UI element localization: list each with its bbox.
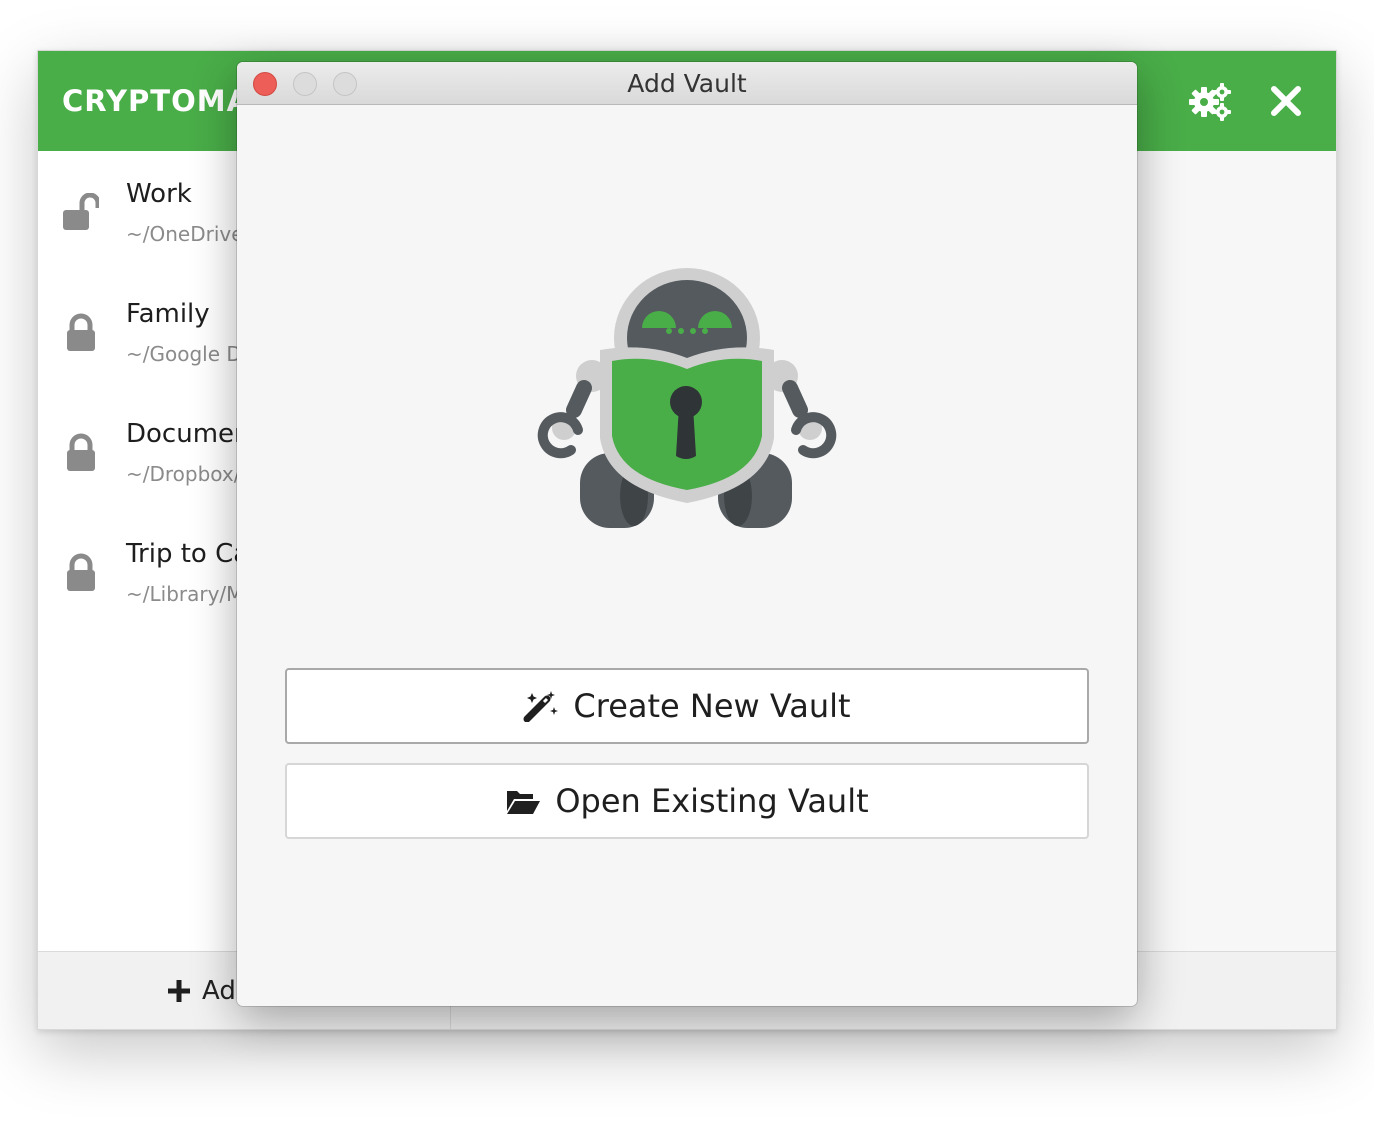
padlock-icon [67,553,95,591]
unlocked-padlock-icon [63,193,99,230]
create-new-vault-button[interactable]: Create New Vault [285,668,1089,744]
close-x-icon [1271,86,1301,116]
vault-name: Trip to Ca [126,539,250,569]
cryptomator-robot-logo [537,268,837,528]
vault-name: Family [126,299,210,329]
vault-path: ~/Dropbox/ [126,462,241,486]
magic-wand-icon [523,691,559,722]
create-new-vault-label: Create New Vault [573,687,851,725]
open-existing-vault-label: Open Existing Vault [555,782,869,820]
gears-icon [1189,83,1231,121]
dialog-title: Add Vault [627,69,747,98]
padlock-icon [67,313,95,351]
plus-icon [168,980,190,1002]
settings-button[interactable] [1188,81,1232,121]
vault-path: ~/Google Dr [126,342,251,366]
padlock-icon [67,433,95,471]
vault-path: ~/OneDrive [126,222,244,246]
close-app-button[interactable] [1264,81,1308,121]
open-existing-vault-button[interactable]: Open Existing Vault [285,763,1089,839]
vault-path: ~/Library/M [126,582,244,606]
add-vault-dialog: Add Vault Create New Vault Open Existing… [237,62,1137,1006]
vault-name: Work [126,179,192,209]
folder-open-icon [507,791,541,814]
dialog-titlebar[interactable]: Add Vault [237,62,1137,105]
vault-name: Documen [126,419,251,449]
